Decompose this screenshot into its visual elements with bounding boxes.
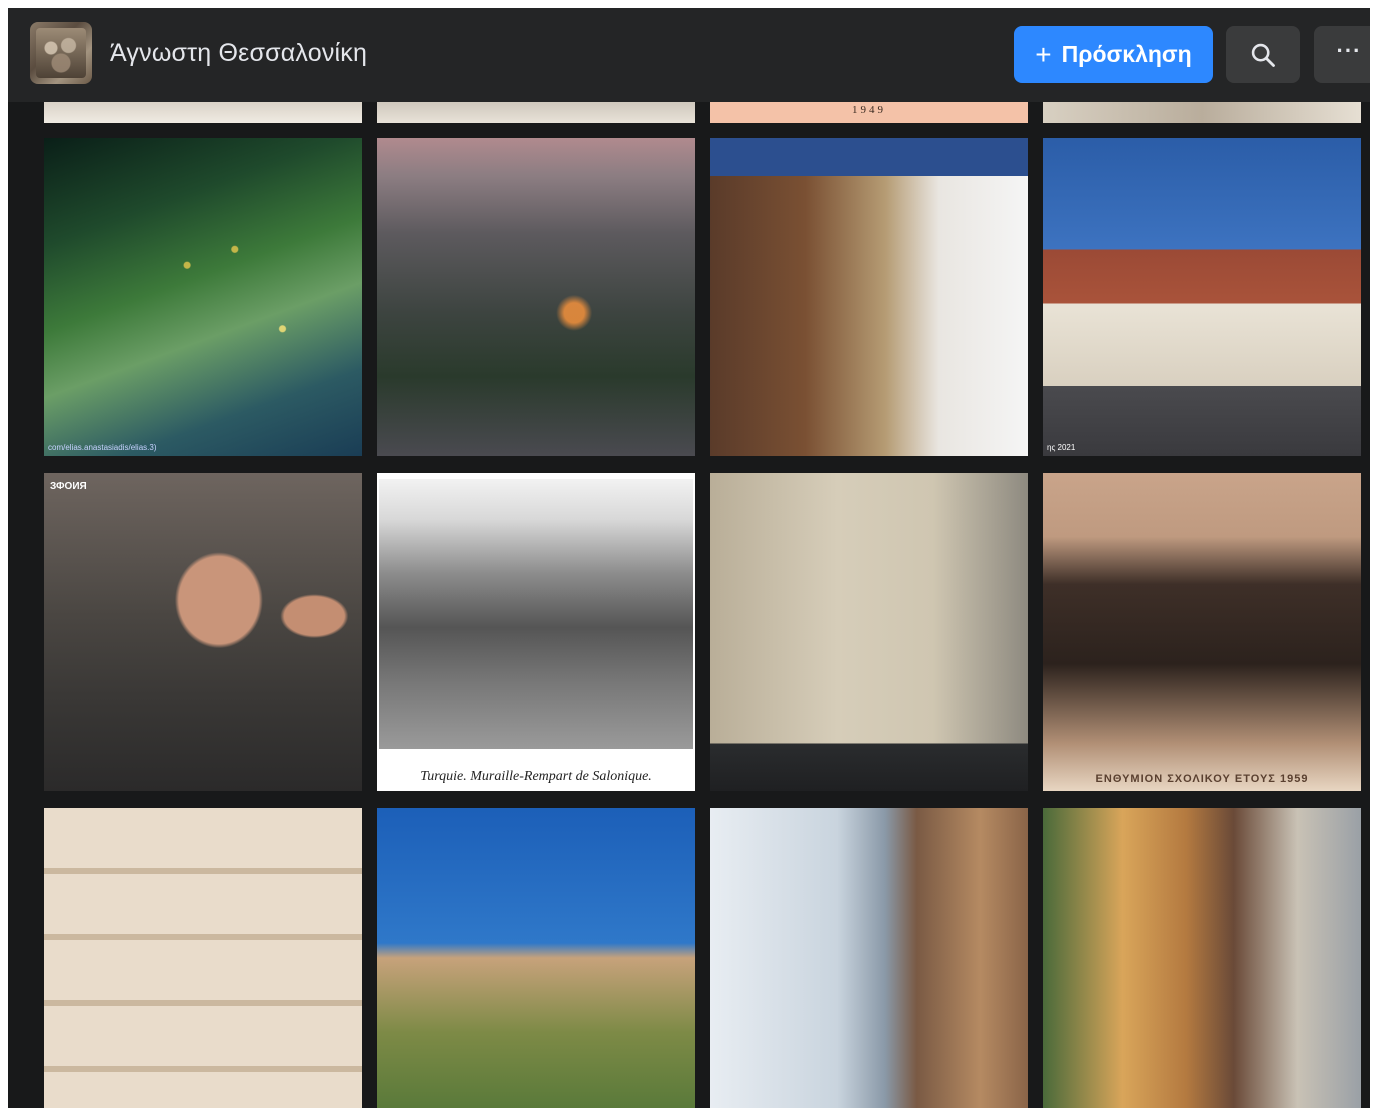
search-icon <box>1251 43 1275 67</box>
postcard-image <box>379 479 693 749</box>
date-watermark: ης 2021 <box>1047 443 1076 452</box>
avatar-relief-image <box>36 28 86 78</box>
group-title[interactable]: Άγνωστη Θεσσαλονίκη <box>110 39 367 68</box>
source-badge: ЗФОИЯ <box>50 481 87 492</box>
school-caption: ΕΝΘΥΜΙΟΝ ΣΧΟΛΙΚΟΥ ΕΤΟΥΣ 1959 <box>1095 773 1309 785</box>
more-icon: ··· <box>1336 37 1362 63</box>
search-button[interactable] <box>1226 26 1300 83</box>
group-avatar[interactable] <box>30 22 92 84</box>
postcard-caption: Turquie. Muraille-Rempart de Salonique. <box>420 769 652 784</box>
plus-icon: + <box>1035 38 1052 70</box>
photo-strip-2[interactable] <box>377 102 695 123</box>
photo-school-group[interactable]: ΕΝΘΥΜΙΟΝ ΣΧΟΛΙΚΟΥ ΕΤΟΥΣ 1959 <box>1043 473 1361 791</box>
invite-button-label: Πρόσκληση <box>1061 41 1192 67</box>
photo-hotel-balconies[interactable] <box>44 808 362 1108</box>
group-photos-page: Άγνωστη Θεσσαλονίκη + Πρόσκληση ··· 1949… <box>8 8 1370 1108</box>
photo-tree-castle[interactable] <box>377 808 695 1108</box>
photo-rampart-postcard[interactable]: Turquie. Muraille-Rempart de Salonique. <box>377 473 695 791</box>
photo-ottoman-house[interactable] <box>710 138 1028 456</box>
photo-colorized-men[interactable]: ЗФОИЯ <box>44 473 362 791</box>
photo-city-dusk-street[interactable] <box>377 138 695 456</box>
photo-waterfront-night[interactable]: com/elias.anastasiadis/elias.3) <box>44 138 362 456</box>
more-options-button[interactable]: ··· <box>1314 26 1370 83</box>
photo-building-facade[interactable] <box>710 473 1028 791</box>
invite-button[interactable]: + Πρόσκληση <box>1014 26 1213 83</box>
photo-narrow-street[interactable] <box>1043 808 1361 1108</box>
photo-strip-3[interactable]: 1949 <box>710 102 1028 123</box>
watermark-text: com/elias.anastasiadis/elias.3) <box>48 443 157 452</box>
group-header: Άγνωστη Θεσσαλονίκη + Πρόσκληση ··· <box>8 8 1370 102</box>
photo-strip-4[interactable] <box>1043 102 1361 123</box>
photo-strip-1[interactable] <box>44 102 362 123</box>
photo-sea-view-house[interactable] <box>710 808 1028 1108</box>
photo-old-church[interactable]: ης 2021 <box>1043 138 1361 456</box>
strip-caption: 1949 <box>852 104 886 116</box>
